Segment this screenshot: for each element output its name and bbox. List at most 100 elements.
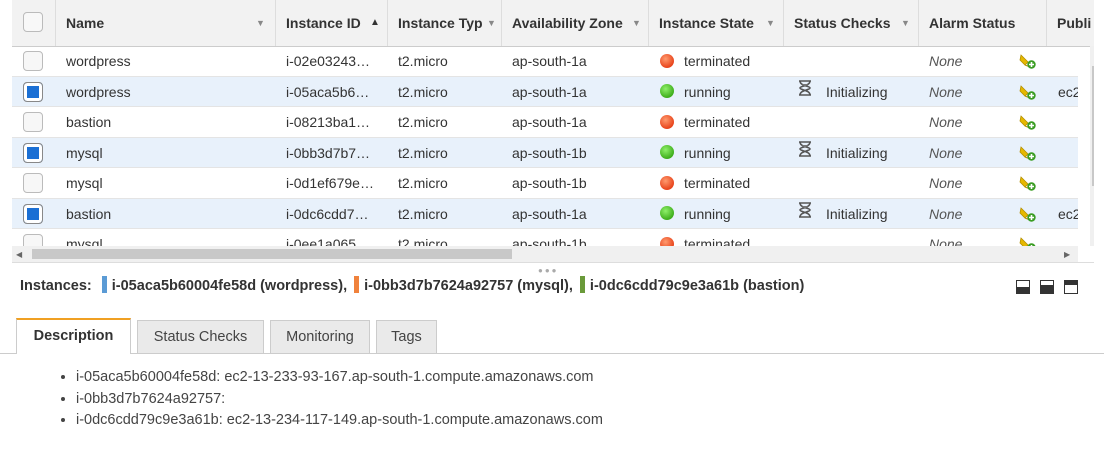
row-checkbox[interactable] xyxy=(23,51,43,71)
state-label: terminated xyxy=(684,175,751,191)
create-alarm-icon[interactable] xyxy=(1019,205,1037,226)
availability-zone: ap-south-1a xyxy=(512,83,587,100)
create-alarm-icon[interactable] xyxy=(1019,235,1037,246)
create-alarm-icon[interactable] xyxy=(1019,144,1037,165)
tab-tags[interactable]: Tags xyxy=(376,320,437,353)
summary-label: Instances: xyxy=(20,278,92,294)
column-label: Instance State xyxy=(659,15,754,31)
table-row[interactable]: bastion i-0dc6cdd7… t2.micro ap-south-1a run… xyxy=(12,198,1078,229)
column-header-instance-state[interactable]: Instance State ▼ xyxy=(649,0,784,46)
instance-type: t2.micro xyxy=(398,175,448,191)
status-checks xyxy=(798,168,923,198)
public-dns xyxy=(1058,107,1078,137)
column-header-status-checks[interactable]: Status Checks ▼ xyxy=(784,0,919,46)
state-red-icon xyxy=(660,114,674,129)
column-header-instance-id[interactable]: Instance ID ▲ xyxy=(276,0,388,46)
instance-type: t2.micro xyxy=(398,144,448,161)
create-alarm-icon[interactable] xyxy=(1019,174,1037,195)
row-checkbox[interactable] xyxy=(23,173,43,193)
column-header-alarm-status[interactable]: Alarm Status xyxy=(919,0,1047,46)
create-alarm-icon[interactable] xyxy=(1019,83,1037,104)
horizontal-scroll-thumb[interactable] xyxy=(32,249,512,259)
state-red-icon xyxy=(660,53,674,68)
instance-name: mysql xyxy=(66,144,103,161)
status-checks xyxy=(798,229,923,246)
tab-monitoring[interactable]: Monitoring xyxy=(270,320,370,353)
pane-resize-handle[interactable]: ●●● xyxy=(538,266,559,275)
column-header-instance-type[interactable]: Instance Typ ▼ xyxy=(388,0,502,46)
row-checkbox[interactable] xyxy=(23,112,43,132)
public-dns xyxy=(1058,46,1078,76)
column-label: Alarm Status xyxy=(929,15,1016,31)
column-header-availability-zone[interactable]: Availability Zone ▼ xyxy=(502,0,649,46)
state-label: running xyxy=(684,205,731,222)
instance-type: t2.micro xyxy=(398,53,448,69)
instance-type: t2.micro xyxy=(398,114,448,130)
availability-zone: ap-south-1a xyxy=(512,205,587,222)
alarm-status: None xyxy=(929,175,963,191)
table-row[interactable]: mysql i-0ee1a065… t2.micro ap-south-1b termi… xyxy=(12,229,1078,246)
availability-zone: ap-south-1b xyxy=(512,175,587,191)
instance-state: running xyxy=(660,77,785,107)
tab-description[interactable]: Description xyxy=(16,318,131,354)
instance-id: i-02e03243… xyxy=(286,53,371,69)
column-header-name[interactable]: Name ▼ xyxy=(56,0,276,46)
scroll-right-icon[interactable]: ▶ xyxy=(1064,250,1070,259)
table-row[interactable]: mysql i-0bb3d7b7… t2.micro ap-south-1b runni… xyxy=(12,137,1078,168)
row-checkbox[interactable] xyxy=(23,142,43,163)
availability-zone: ap-south-1a xyxy=(512,53,587,69)
table-body: wordpress i-02e03243… t2.micro ap-south-1a t… xyxy=(12,46,1078,246)
vertical-scroll-thumb[interactable] xyxy=(1092,66,1094,186)
instance-name: mysql xyxy=(66,236,103,246)
tab-status-checks[interactable]: Status Checks xyxy=(137,320,264,353)
status-checks xyxy=(798,46,923,76)
instance-state: terminated xyxy=(660,46,785,76)
scroll-left-icon[interactable]: ◀ xyxy=(16,250,22,259)
summary-item: i-0dc6cdd79c9e3a61b (bastion) xyxy=(579,276,807,294)
state-green-icon xyxy=(660,206,674,221)
row-checkbox[interactable] xyxy=(23,234,43,246)
hourglass-icon xyxy=(798,77,812,106)
status-checks: Initializing xyxy=(798,199,923,229)
horizontal-scrollbar[interactable]: ◀ ▶ xyxy=(12,246,1078,262)
alarm-status: None xyxy=(929,205,963,222)
instance-state: terminated xyxy=(660,168,785,198)
public-dns: ec2-1 xyxy=(1058,205,1078,222)
public-dns xyxy=(1058,168,1078,198)
table-row[interactable]: wordpress i-02e03243… t2.micro ap-south-1a t… xyxy=(12,46,1078,77)
select-all-checkbox[interactable] xyxy=(23,12,43,32)
create-alarm-icon[interactable] xyxy=(1019,113,1037,134)
state-green-icon xyxy=(660,84,674,99)
color-marker xyxy=(101,276,107,294)
instance-id: i-0dc6cdd7… xyxy=(286,205,369,222)
instance-type: t2.micro xyxy=(398,205,448,222)
column-label: Status Checks xyxy=(794,15,891,31)
availability-zone: ap-south-1a xyxy=(512,114,587,130)
pane-split-icon[interactable] xyxy=(1040,280,1054,294)
column-header-public-dns[interactable]: Publi xyxy=(1047,0,1094,46)
status-checks xyxy=(798,107,923,137)
alarm-status: None xyxy=(929,53,963,69)
state-label: terminated xyxy=(684,114,751,130)
color-marker xyxy=(354,276,360,294)
create-alarm-icon[interactable] xyxy=(1019,52,1037,73)
table-row[interactable]: mysql i-0d1ef679e… t2.micro ap-south-1b term… xyxy=(12,168,1078,199)
availability-zone: ap-south-1b xyxy=(512,236,587,246)
row-checkbox[interactable] xyxy=(23,81,43,102)
column-label: Instance ID xyxy=(286,15,361,31)
hourglass-icon xyxy=(798,199,812,228)
instance-name: bastion xyxy=(66,205,112,222)
table-row[interactable]: wordpress i-05aca5b6… t2.micro ap-south-1a r… xyxy=(12,76,1078,107)
pane-top-icon[interactable] xyxy=(1064,280,1078,294)
tab-divider xyxy=(0,353,1104,354)
sort-up-icon: ▲ xyxy=(370,17,380,28)
state-label: running xyxy=(684,144,731,161)
row-checkbox[interactable] xyxy=(23,203,43,224)
instance-id: i-05aca5b6… xyxy=(286,83,370,100)
select-all-header xyxy=(12,0,56,46)
vertical-scrollbar[interactable]: ▲ ▼ xyxy=(1090,46,1094,246)
pane-bottom-icon[interactable] xyxy=(1016,280,1030,294)
table-row[interactable]: bastion i-08213ba1… t2.micro ap-south-1a ter… xyxy=(12,107,1078,138)
state-label: terminated xyxy=(684,236,751,246)
column-label: Publi xyxy=(1057,15,1092,31)
